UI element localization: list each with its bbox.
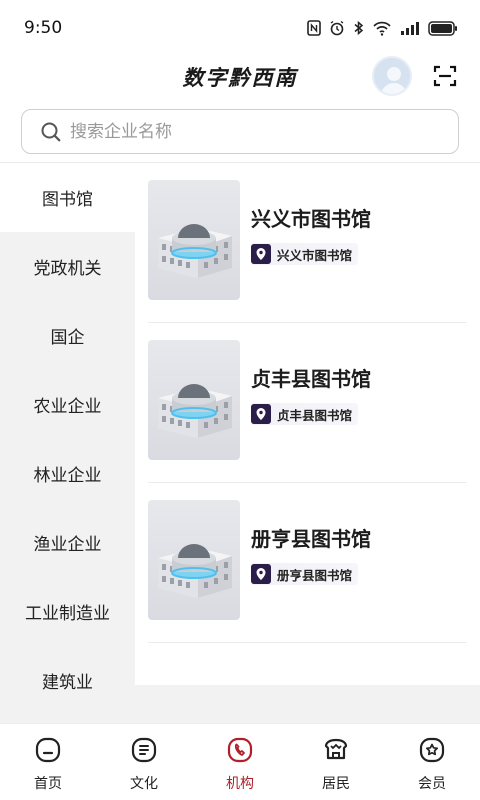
signal-icon — [401, 22, 419, 35]
sidebar-item-forestry[interactable]: 林业企业 — [0, 439, 135, 508]
library-thumbnail — [148, 500, 240, 620]
org-tag-text: 兴义市图书馆 — [277, 247, 353, 263]
tab-label: 居民 — [322, 776, 350, 792]
org-name: 兴义市图书馆 — [251, 207, 371, 231]
avatar[interactable] — [372, 56, 412, 96]
library-building-image — [158, 384, 232, 438]
org-name: 册亨县图书馆 — [251, 527, 371, 551]
library-thumbnail — [148, 180, 240, 300]
scan-icon — [433, 65, 457, 87]
scan-button[interactable] — [432, 63, 458, 89]
sidebar-item-agriculture[interactable]: 农业企业 — [0, 370, 135, 439]
sidebar-item-state-enterprise[interactable]: 国企 — [0, 301, 135, 370]
bluetooth-icon — [354, 20, 364, 36]
tab-member[interactable]: 会员 — [384, 724, 480, 800]
tab-home[interactable]: 首页 — [0, 724, 96, 800]
content-bottom-area — [135, 685, 480, 723]
residents-icon — [324, 738, 348, 760]
sidebar-item-fishery[interactable]: 渔业企业 — [0, 508, 135, 577]
library-thumbnail — [148, 340, 240, 460]
tab-label: 首页 — [34, 776, 62, 792]
search-box[interactable] — [21, 109, 459, 154]
home-icon — [35, 737, 61, 763]
sidebar-item-library[interactable]: 图书馆 — [0, 163, 135, 232]
status-icons — [307, 20, 458, 36]
category-sidebar: 图书馆 党政机关 国企 农业企业 林业企业 渔业企业 工业制造业 建筑业 — [0, 163, 135, 723]
sidebar-item-construction[interactable]: 建筑业 — [0, 646, 135, 715]
alarm-icon — [330, 20, 344, 36]
tab-residents[interactable]: 居民 — [288, 724, 384, 800]
library-building-image — [158, 544, 232, 598]
location-pin-icon — [251, 244, 271, 264]
org-list: 兴义市图书馆 兴义市图书馆 贞丰县图书馆 贞丰县图书馆 册亨县图书馆 册亨县图书… — [135, 163, 480, 685]
location-pin-icon — [251, 564, 271, 584]
tab-culture[interactable]: 文化 — [96, 724, 192, 800]
tab-institution[interactable]: 机构 — [192, 724, 288, 800]
status-time: 9:50 — [24, 18, 63, 38]
org-card[interactable]: 册亨县图书馆 册亨县图书馆 — [148, 483, 467, 643]
battery-icon — [428, 20, 457, 36]
search-input[interactable] — [70, 121, 430, 142]
status-bar: 9:50 — [0, 0, 480, 56]
culture-icon — [131, 737, 157, 763]
nfc-icon — [307, 20, 321, 36]
sidebar-item-government[interactable]: 党政机关 — [0, 232, 135, 301]
org-card[interactable]: 兴义市图书馆 兴义市图书馆 — [148, 163, 467, 323]
org-location-tag: 贞丰县图书馆 — [251, 403, 359, 425]
library-building-image — [158, 224, 232, 278]
bottom-tab-bar: 首页 文化 机构 居民 会员 — [0, 723, 480, 800]
tab-label: 会员 — [418, 776, 446, 792]
org-location-tag: 兴义市图书馆 — [251, 243, 359, 265]
org-card[interactable]: 贞丰县图书馆 贞丰县图书馆 — [148, 323, 467, 483]
sidebar-item-manufacturing[interactable]: 工业制造业 — [0, 577, 135, 646]
tab-label: 机构 — [226, 776, 254, 792]
search-icon — [41, 122, 61, 141]
member-icon — [419, 737, 445, 763]
location-pin-icon — [251, 404, 271, 424]
org-tag-text: 册亨县图书馆 — [277, 567, 353, 583]
tab-label: 文化 — [130, 776, 158, 792]
wifi-icon — [373, 21, 391, 36]
app-header: 数字黔西南 — [0, 56, 480, 100]
org-location-tag: 册亨县图书馆 — [251, 563, 359, 585]
org-tag-text: 贞丰县图书馆 — [277, 407, 353, 423]
institution-icon — [227, 737, 253, 763]
org-name: 贞丰县图书馆 — [251, 367, 371, 391]
